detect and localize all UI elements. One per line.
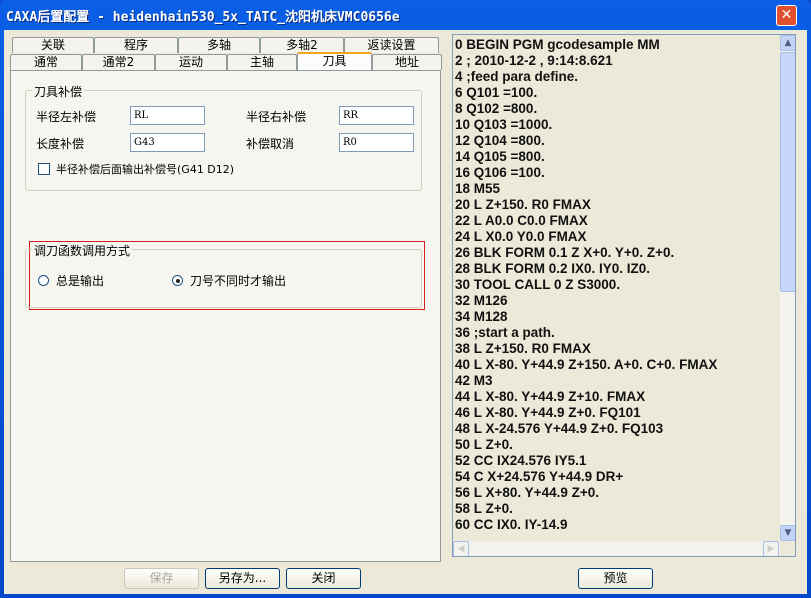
right-comp-label: 半径右补偿 <box>246 110 307 124</box>
tab-program[interactable]: 程序 <box>94 37 178 53</box>
scroll-up-icon[interactable]: ▲ <box>780 35 795 51</box>
length-comp-label: 长度补偿 <box>36 137 85 151</box>
left-comp-input[interactable]: RL <box>130 106 205 125</box>
tab-readback-settings[interactable]: 返读设置 <box>344 37 439 53</box>
always-output-label: 总是输出 <box>56 274 105 288</box>
tool-compensation-group: 刀具补偿 半径左补偿 RL 半径右补偿 RR 长度补偿 G43 补偿取消 R0 … <box>25 83 422 191</box>
code-line: 50 L Z+0. <box>455 437 513 452</box>
preview-button[interactable]: 预览 <box>578 568 653 589</box>
tab-address[interactable]: 地址 <box>372 54 442 70</box>
save-as-button[interactable]: 另存为... <box>205 568 280 589</box>
tab-motion[interactable]: 运动 <box>155 54 227 70</box>
tab-multiaxis[interactable]: 多轴 <box>178 37 260 53</box>
gcode-preview-list[interactable]: 0 BEGIN PGM gcodesample MM 2 ; 2010-12-2 … <box>452 34 796 557</box>
always-output-radio[interactable] <box>38 275 49 286</box>
close-icon[interactable]: ✕ <box>776 5 797 26</box>
code-line: 42 M3 <box>455 373 493 388</box>
code-line: 10 Q103 =1000. <box>455 117 553 132</box>
code-line: 56 L X+80. Y+44.9 Z+0. <box>455 485 599 500</box>
code-line: 4 ;feed para define. <box>455 69 579 84</box>
scroll-down-icon[interactable]: ▼ <box>780 525 795 541</box>
left-comp-label: 半径左补偿 <box>36 110 97 124</box>
code-line: 16 Q106 =100. <box>455 165 545 180</box>
code-line: 38 L Z+150. R0 FMAX <box>455 341 591 356</box>
checkbox-label: 半径补偿后面输出补偿号(G41 D12) <box>56 163 235 176</box>
code-line: 18 M55 <box>455 181 501 196</box>
code-line: 32 M126 <box>455 293 508 308</box>
code-line: 20 L Z+150. R0 FMAX <box>455 197 591 212</box>
code-line: 54 C X+24.576 Y+44.9 DR+ <box>455 469 624 484</box>
code-line: 30 TOOL CALL 0 Z S3000. <box>455 277 621 292</box>
code-line: 36 ;start a path. <box>455 325 555 340</box>
code-line: 12 Q104 =800. <box>455 133 545 148</box>
code-line: 34 M128 <box>455 309 508 324</box>
code-line: 52 CC IX24.576 IY5.1 <box>455 453 587 468</box>
tab-general2[interactable]: 通常2 <box>82 54 155 70</box>
scroll-right-icon[interactable]: ▶ <box>763 541 779 556</box>
code-line: 60 CC IX0. IY-14.9 <box>455 517 568 532</box>
comp-cancel-label: 补偿取消 <box>246 137 295 151</box>
group-title: 调刀函数调用方式 <box>32 242 133 259</box>
tab-spindle[interactable]: 主轴 <box>227 54 297 70</box>
right-comp-input[interactable]: RR <box>339 106 414 125</box>
scroll-left-icon[interactable]: ◀ <box>453 541 469 556</box>
length-comp-input[interactable]: G43 <box>130 133 205 152</box>
group-title: 刀具补偿 <box>32 83 85 100</box>
close-button[interactable]: 关闭 <box>286 568 361 589</box>
code-line: 14 Q105 =800. <box>455 149 545 164</box>
tab-guanlian[interactable]: 关联 <box>12 37 94 53</box>
code-line: 2 ; 2010-12-2 , 9:14:8.621 <box>455 53 613 68</box>
output-on-change-radio[interactable] <box>172 275 183 286</box>
vertical-scrollbar[interactable]: ▲ ▼ <box>780 35 795 541</box>
code-line: 28 BLK FORM 0.2 IX0. IY0. IZ0. <box>455 261 651 276</box>
dialog-window: CAXA后置配置 - heidenhain530_5x_TATC_沈阳机床VMC… <box>0 0 811 598</box>
tool-call-mode-group: 调刀函数调用方式 总是输出 刀号不同时才输出 <box>25 242 422 308</box>
dialog-client: 关联 程序 多轴 多轴2 返读设置 通常 通常2 运动 主轴 刀具 地址 刀具补… <box>4 30 807 594</box>
code-line: 8 Q102 =800. <box>455 101 538 116</box>
code-line: 44 L X-80. Y+44.9 Z+10. FMAX <box>455 389 646 404</box>
save-button[interactable]: 保存 <box>124 568 199 589</box>
code-line: 22 L A0.0 C0.0 FMAX <box>455 213 588 228</box>
code-line: 40 L X-80. Y+44.9 Z+150. A+0. C+0. FMAX <box>455 357 718 372</box>
output-comp-number-checkbox[interactable] <box>38 163 50 175</box>
tab-general[interactable]: 通常 <box>10 54 82 70</box>
tab-tool[interactable]: 刀具 <box>297 52 372 70</box>
code-line: 0 BEGIN PGM gcodesample MM <box>455 37 660 52</box>
horizontal-scrollbar[interactable]: ◀ ▶ <box>453 541 780 556</box>
tab-multiaxis2[interactable]: 多轴2 <box>260 37 344 53</box>
scroll-thumb[interactable] <box>780 52 795 292</box>
code-line: 48 L X-24.576 Y+44.9 Z+0. FQ103 <box>455 421 664 436</box>
code-line: 58 L Z+0. <box>455 501 513 516</box>
window-title: CAXA后置配置 - heidenhain530_5x_TATC_沈阳机床VMC… <box>6 10 400 25</box>
tab-row-top: 关联 程序 多轴 多轴2 返读设置 <box>12 37 439 53</box>
code-line: 26 BLK FORM 0.1 Z X+0. Y+0. Z+0. <box>455 245 675 260</box>
code-line: 24 L X0.0 Y0.0 FMAX <box>455 229 587 244</box>
output-on-change-label: 刀号不同时才输出 <box>190 274 287 288</box>
tab-row-bottom: 通常 通常2 运动 主轴 刀具 地址 <box>10 52 442 70</box>
comp-cancel-input[interactable]: R0 <box>339 133 414 152</box>
tab-panel-tool: 刀具补偿 半径左补偿 RL 半径右补偿 RR 长度补偿 G43 补偿取消 R0 … <box>10 70 441 562</box>
code-line: 6 Q101 =100. <box>455 85 538 100</box>
code-line: 46 L X-80. Y+44.9 Z+0. FQ101 <box>455 405 641 420</box>
